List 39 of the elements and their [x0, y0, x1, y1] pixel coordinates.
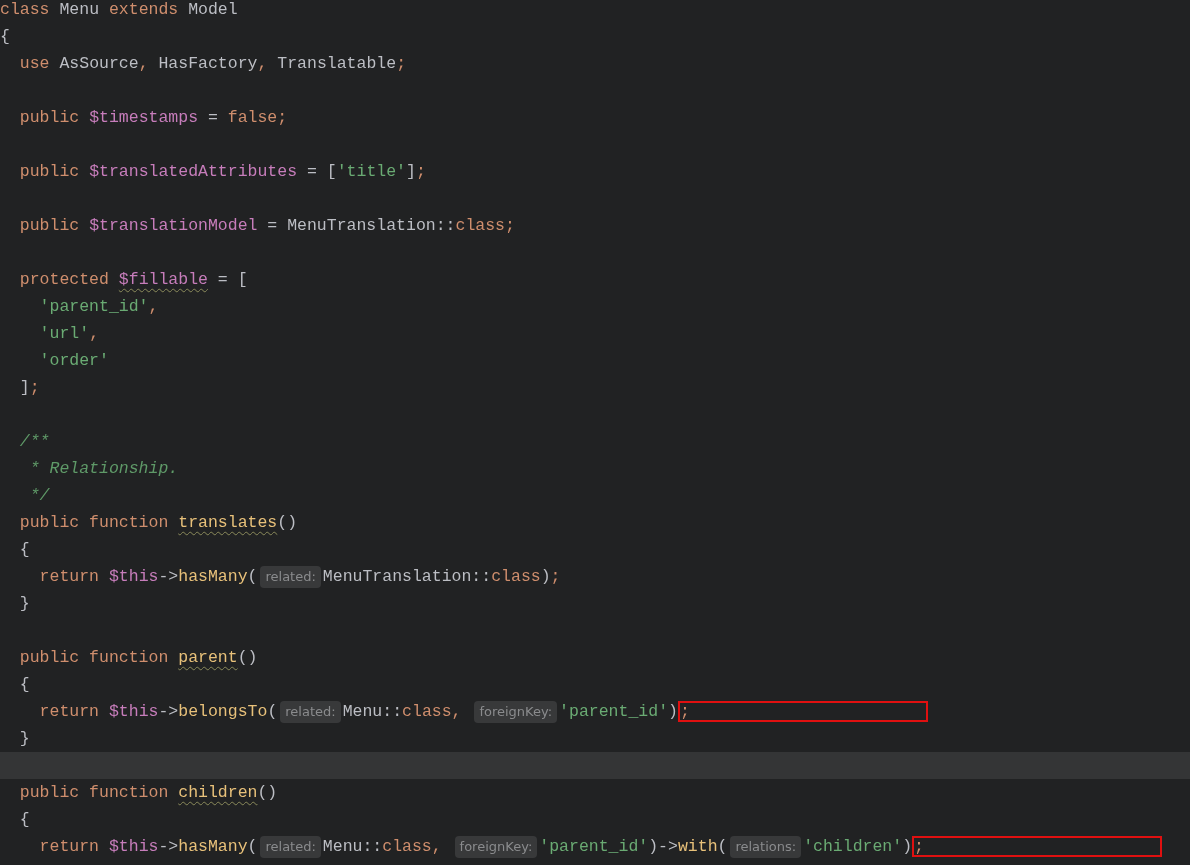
code-text: public function parent(): [18, 647, 258, 669]
code-text: {: [18, 674, 30, 696]
code-text: ];: [18, 377, 40, 399]
code-text: use AsSource, HasFactory, Translatable;: [18, 53, 407, 75]
code-text: {: [18, 539, 30, 561]
code-text: MenuTranslation::class);: [322, 566, 561, 588]
code-text: 'parent_id'): [559, 701, 678, 723]
parameter-hint: related:: [280, 700, 341, 723]
code-text: 'children'): [803, 836, 913, 858]
code-text: }: [18, 728, 30, 750]
code-text: return $this->belongsTo(: [38, 701, 278, 723]
parameter-hint: foreignKey:: [474, 700, 558, 723]
code-text: {: [0, 26, 10, 48]
code-text: public function children(): [18, 782, 278, 804]
code-text: 'url',: [38, 323, 100, 345]
code-text: Menu::class,: [322, 836, 443, 858]
parameter-hint: related:: [260, 835, 321, 858]
code-text: 'order': [38, 350, 109, 372]
highlight-box: ;: [677, 701, 928, 722]
code-text: {: [18, 809, 30, 831]
code-text: /**: [18, 431, 50, 453]
parameter-hint: relations:: [730, 835, 802, 858]
code-text: }: [18, 593, 30, 615]
parameter-hint: related:: [260, 565, 321, 588]
code-text: 'parent_id')->with(: [539, 836, 728, 858]
code-text: * Relationship.: [28, 458, 179, 480]
code-text: public $translatedAttributes = ['title'];: [18, 161, 426, 183]
code-text: return $this->hasMany(: [38, 566, 258, 588]
code-text: return $this->hasMany(: [38, 836, 258, 858]
code-text: protected $fillable = [: [18, 269, 248, 291]
code-text: Menu::class,: [342, 701, 463, 723]
code-text: public $translationModel = MenuTranslation::class;: [18, 215, 515, 237]
code-text: class Menu extends Model: [0, 0, 238, 21]
code-text: 'parent_id',: [38, 296, 159, 318]
code-text: public function translates(): [18, 512, 298, 534]
parameter-hint: foreignKey:: [454, 835, 538, 858]
code-text: public $timestamps = false;: [18, 107, 288, 129]
code-text: */: [28, 485, 50, 507]
highlight-box: ;: [912, 836, 1163, 857]
